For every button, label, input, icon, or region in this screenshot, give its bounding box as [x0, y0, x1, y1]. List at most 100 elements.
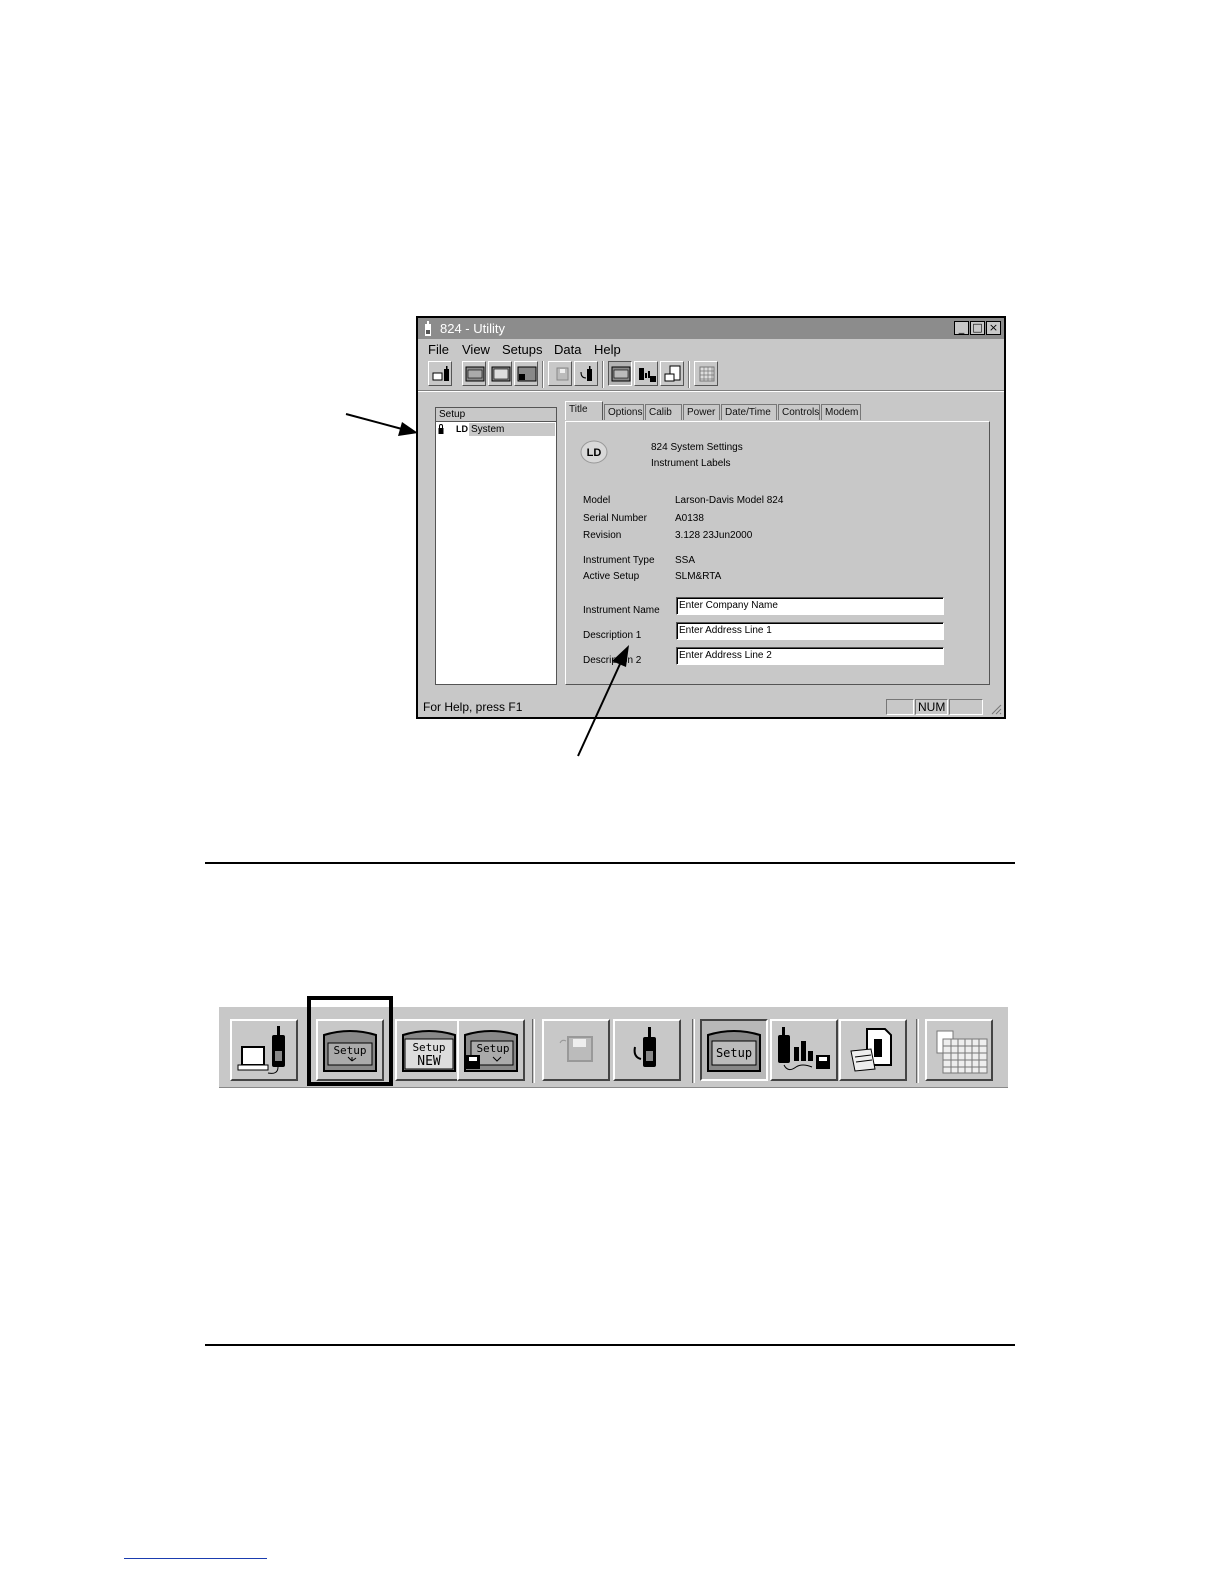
minimize-button[interactable]: _: [954, 321, 969, 335]
setup-tree[interactable]: Setup LD System: [435, 407, 557, 685]
setup-button-highlight: [307, 996, 393, 1086]
setup-save-icon: Setup: [464, 1030, 518, 1072]
meter-connect-button-large[interactable]: [230, 1019, 298, 1081]
toolbar-separator: [602, 361, 604, 388]
section-rule-bottom: [205, 1344, 1015, 1346]
toolbar-separator: [916, 1019, 919, 1083]
resize-grip-icon[interactable]: [990, 703, 1002, 715]
meter-data-save-icon: [778, 1027, 830, 1071]
model-value: Larson-Davis Model 824: [675, 495, 784, 506]
ld-logo-icon: LD: [580, 440, 608, 464]
active-setup-label: Active Setup: [583, 571, 640, 582]
save-disk-button-large[interactable]: [542, 1019, 610, 1081]
svg-text:Setup: Setup: [412, 1041, 445, 1054]
description-2-label: Description 2: [583, 655, 642, 666]
setup-active-icon: [611, 366, 631, 382]
meter-connect-button[interactable]: [428, 361, 452, 386]
tab-calib[interactable]: Calib: [645, 404, 682, 420]
menu-setups[interactable]: Setups: [502, 342, 542, 357]
annotation-arrows: [345, 413, 629, 757]
meter-upload-icon: [633, 1027, 656, 1067]
svg-text:Setup: Setup: [476, 1042, 509, 1055]
status-bar: For Help, press F1 NUM: [418, 697, 1004, 717]
meter-icon: [425, 321, 431, 336]
status-help-text: For Help, press F1: [423, 700, 523, 714]
status-pane-caps: [886, 699, 914, 715]
svg-text:Setup: Setup: [716, 1046, 752, 1060]
document-icon: [850, 1028, 892, 1072]
tree-header[interactable]: Setup: [436, 408, 556, 422]
tab-modem[interactable]: Modem: [821, 404, 861, 420]
document-button[interactable]: [660, 361, 684, 386]
meter-upload-button-large[interactable]: [613, 1019, 681, 1081]
svg-text:NEW: NEW: [417, 1054, 441, 1069]
ld-logo-icon: LD: [456, 424, 468, 434]
toolbar-separator: [542, 361, 544, 388]
spreadsheet-button-large[interactable]: [925, 1019, 993, 1081]
settings-heading: 824 System Settings: [651, 442, 743, 453]
setup-new-icon: Setup NEW: [402, 1030, 456, 1072]
meter-data-save-button-large[interactable]: [770, 1019, 838, 1081]
save-disk-icon: [559, 1036, 593, 1062]
footer-link-underline: [124, 1558, 267, 1559]
toolbar-divider: [418, 390, 1004, 392]
meter-upload-button[interactable]: [574, 361, 598, 386]
menu-help[interactable]: Help: [594, 342, 621, 357]
setup-new-icon: [491, 366, 511, 382]
meter-connect-icon: [237, 1026, 285, 1074]
description-1-label: Description 1: [583, 630, 642, 641]
toolbar: [422, 361, 1002, 389]
menu-data[interactable]: Data: [554, 342, 581, 357]
tab-controls[interactable]: Controls: [778, 404, 820, 420]
document-button-large[interactable]: [839, 1019, 907, 1081]
description-2-field[interactable]: Enter Address Line 2: [676, 647, 944, 665]
setup-download-button[interactable]: [462, 361, 486, 386]
menu-view[interactable]: View: [462, 342, 490, 357]
meter-connect-icon: [432, 366, 449, 381]
setup-active-button-large[interactable]: Setup: [700, 1019, 768, 1081]
tree-item-label: System: [469, 423, 555, 436]
title-tab-panel: LD 824 System Settings Instrument Labels…: [565, 421, 990, 685]
title-bar[interactable]: 824 - Utility _ □ ×: [418, 318, 1004, 339]
setup-new-button-large[interactable]: Setup NEW: [395, 1019, 463, 1081]
tab-options[interactable]: Options: [604, 404, 644, 420]
menu-file[interactable]: File: [428, 342, 449, 357]
labels-heading: Instrument Labels: [651, 458, 731, 469]
meter-upload-icon: [580, 366, 592, 381]
setup-save-button[interactable]: [514, 361, 538, 386]
arrow-to-tree: [345, 413, 418, 436]
tree-item-system[interactable]: LD System: [436, 423, 556, 436]
document-icon: [664, 365, 681, 382]
revision-label: Revision: [583, 530, 622, 541]
setup-save-button-large[interactable]: Setup: [457, 1019, 525, 1081]
meter-data-save-icon: [639, 368, 656, 382]
save-disk-button[interactable]: [548, 361, 572, 386]
tab-date-time[interactable]: Date/Time: [721, 404, 777, 420]
instrument-type-label: Instrument Type: [583, 555, 655, 566]
serial-number-label: Serial Number: [583, 513, 647, 524]
instrument-name-label: Instrument Name: [583, 605, 660, 616]
instrument-name-field[interactable]: Enter Company Name: [676, 597, 944, 615]
tab-title[interactable]: Title: [565, 401, 603, 420]
toolbar-separator: [688, 361, 690, 388]
setup-active-button[interactable]: [608, 361, 632, 386]
setup-download-icon: [465, 366, 485, 382]
toolbar-separator: [692, 1019, 695, 1083]
description-1-field[interactable]: Enter Address Line 1: [676, 622, 944, 640]
spreadsheet-icon: [936, 1030, 988, 1074]
close-button[interactable]: ×: [986, 321, 1001, 335]
maximize-button[interactable]: □: [970, 321, 985, 335]
svg-text:LD: LD: [587, 447, 602, 459]
toolbar-separator: [532, 1019, 535, 1083]
status-pane-scrl: [949, 699, 983, 715]
model-label: Model: [583, 495, 611, 506]
lock-icon: [438, 424, 444, 434]
instrument-type-value: SSA: [675, 555, 696, 566]
spreadsheet-button[interactable]: [694, 361, 718, 386]
tab-power[interactable]: Power: [683, 404, 720, 420]
setup-new-button[interactable]: [488, 361, 512, 386]
spreadsheet-icon: [699, 366, 715, 382]
setup-save-icon: [517, 366, 537, 382]
meter-data-save-button[interactable]: [634, 361, 658, 386]
revision-value: 3.128 23Jun2000: [675, 530, 753, 541]
